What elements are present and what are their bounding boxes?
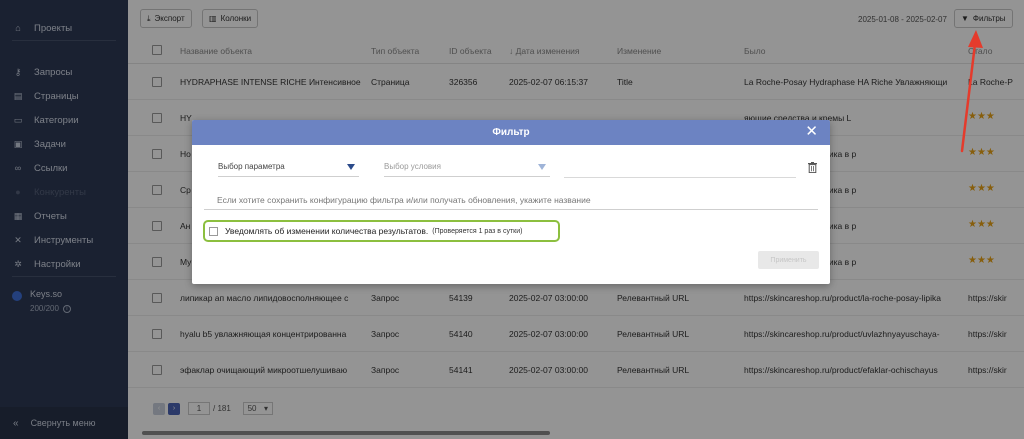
filter-name-placeholder: Если хотите сохранить конфигурацию фильт… <box>217 194 591 205</box>
parameter-select-label: Выбор параметра <box>218 162 285 171</box>
dropdown-arrow-icon <box>538 163 546 170</box>
filter-name-input[interactable]: Если хотите сохранить конфигурацию фильт… <box>204 190 818 210</box>
notify-label[interactable]: Уведомлять об изменении количества резул… <box>225 226 428 236</box>
parameter-select[interactable]: Выбор параметра <box>218 157 359 177</box>
close-icon[interactable]: ✕ <box>805 124 818 140</box>
condition-select: Выбор условия <box>384 157 550 177</box>
modal-title: Фильтр <box>492 127 530 138</box>
condition-select-label: Выбор условия <box>384 162 441 171</box>
trash-icon[interactable] <box>808 162 817 173</box>
notify-checkbox[interactable] <box>209 226 218 236</box>
notify-hint: (Проверяется 1 раз в сутки) <box>432 227 523 235</box>
notify-option-highlight: Уведомлять об изменении количества резул… <box>203 220 560 242</box>
value-input[interactable] <box>564 177 796 178</box>
dropdown-arrow-icon <box>347 163 355 170</box>
filter-modal: Фильтр ✕ Выбор параметра Выбор условия Е… <box>192 120 830 284</box>
apply-button[interactable]: Применить <box>758 251 819 269</box>
modal-header: Фильтр ✕ <box>192 120 830 145</box>
